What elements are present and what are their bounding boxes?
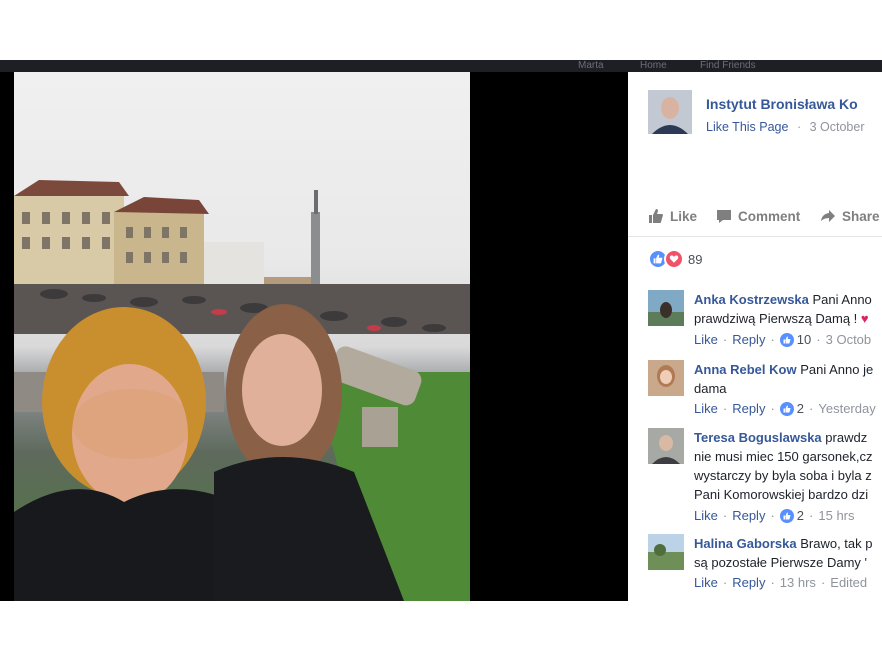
comment-reply-link[interactable]: Reply	[732, 575, 765, 590]
commenter-avatar[interactable]	[648, 534, 684, 570]
comment-like-count-icon	[779, 401, 794, 416]
commenter-avatar[interactable]	[648, 428, 684, 464]
comment-icon	[717, 210, 731, 223]
share-icon	[821, 210, 835, 222]
comment-text-line: prawdziwą Pierwszą Damą !	[694, 311, 858, 326]
like-button[interactable]: Like	[648, 208, 697, 224]
comment-body: Anka Kostrzewska Pani Anno prawdziwą Pie…	[694, 290, 872, 328]
comment-text-line: Pani Anno	[812, 292, 872, 307]
avatar-image	[648, 290, 684, 326]
comment-text-line: Brawo, tak p	[800, 536, 873, 551]
nav-profile-link[interactable]: Marta	[578, 60, 604, 71]
comment-body: Anna Rebel Kow Pani Anno je dama	[694, 360, 873, 398]
post-date[interactable]: 3 October	[810, 120, 865, 134]
comment-actions: Like · Reply · 2 · Yesterday	[694, 401, 876, 416]
commenter-avatar[interactable]	[648, 360, 684, 396]
commenter-name[interactable]: Halina Gaborska	[694, 536, 797, 551]
comment-text-line: prawdz	[825, 430, 868, 445]
post-side-panel: Instytut Bronisława Ko Like This Page · …	[628, 72, 882, 601]
page-avatar[interactable]	[648, 90, 692, 134]
avatar-image	[648, 428, 684, 464]
avatar-image	[648, 360, 684, 396]
commenter-name[interactable]: Teresa Boguslawska	[694, 430, 822, 445]
commenter-name[interactable]: Anna Rebel Kow	[694, 362, 797, 377]
comment-reply-link[interactable]: Reply	[732, 332, 765, 347]
comment-reply-link[interactable]: Reply	[732, 401, 765, 416]
comment-text-line: wystarczy by byla soba i byla z	[694, 468, 872, 483]
love-reaction-icon	[664, 249, 684, 269]
reactions-summary[interactable]: 89	[648, 249, 703, 269]
comment-button[interactable]: Comment	[716, 208, 800, 224]
post-meta: Like This Page · 3 October	[706, 120, 865, 134]
post-action-bar: Like Comment Share	[628, 200, 882, 237]
comment-like-count[interactable]: 10	[797, 332, 811, 347]
comment-time[interactable]: 15 hrs	[818, 508, 854, 523]
like-page-link[interactable]: Like This Page	[706, 120, 788, 134]
heart-emoji-icon: ♥	[860, 311, 869, 326]
nav-find-friends-link[interactable]: Find Friends	[700, 60, 756, 71]
nav-home-link[interactable]: Home	[640, 60, 667, 71]
comment-button-label: Comment	[738, 208, 801, 224]
comment-body: Teresa Boguslawska prawdz nie musi miec …	[694, 428, 872, 504]
comment-like-link[interactable]: Like	[694, 508, 718, 523]
comment-text-line: Pani Komorowskiej bardzo dzi	[694, 487, 869, 502]
commenter-name[interactable]: Anka Kostrzewska	[694, 292, 809, 307]
meta-separator: ·	[796, 120, 802, 134]
comment-time[interactable]: 13 hrs	[780, 575, 816, 590]
comment-text-line: są pozostałe Pierwsze Damy '	[694, 555, 867, 570]
comment-like-count[interactable]: 2	[797, 508, 804, 523]
reaction-count: 89	[688, 251, 703, 267]
comment-body: Halina Gaborska Brawo, tak p są pozostał…	[694, 534, 873, 572]
comment-text-line: dama	[694, 381, 727, 396]
post-header: Instytut Bronisława Ko Like This Page · …	[628, 72, 882, 200]
thumbs-up-icon	[649, 209, 663, 223]
top-navigation-strip: Marta Home Find Friends	[0, 60, 882, 72]
photo-scene	[14, 180, 470, 601]
share-button[interactable]: Share	[820, 208, 880, 224]
comment-like-count[interactable]: 2	[797, 401, 804, 416]
avatar-image	[648, 534, 684, 570]
comment-like-link[interactable]: Like	[694, 575, 718, 590]
comment-reply-link[interactable]: Reply	[732, 508, 765, 523]
page-avatar-image	[648, 90, 692, 134]
share-button-label: Share	[842, 208, 880, 224]
photo-viewer: Marta Home Find Friends Instytut Bronisł…	[0, 60, 882, 601]
comment-time[interactable]: 3 Octob	[826, 332, 872, 347]
like-button-label: Like	[670, 208, 698, 224]
comment-like-count-icon	[779, 508, 794, 523]
commenter-avatar[interactable]	[648, 290, 684, 326]
comment-text-line: Pani Anno je	[800, 362, 874, 377]
comment-edited-label[interactable]: Edited	[830, 575, 867, 590]
comment-actions: Like · Reply · 10 · 3 Octob	[694, 332, 872, 347]
comment-time[interactable]: Yesterday	[818, 401, 875, 416]
comment-actions: Like · Reply · 13 hrs · Edited	[694, 575, 868, 590]
page-name-link[interactable]: Instytut Bronisława Ko	[706, 96, 858, 112]
comment-text-line: nie musi miec 150 garsonek,cz	[694, 449, 873, 464]
comment-like-link[interactable]: Like	[694, 401, 718, 416]
comment-like-link[interactable]: Like	[694, 332, 718, 347]
comment-actions: Like · Reply · 2 · 15 hrs	[694, 508, 855, 523]
comment-like-count-icon	[779, 332, 794, 347]
post-photo[interactable]	[14, 72, 470, 601]
